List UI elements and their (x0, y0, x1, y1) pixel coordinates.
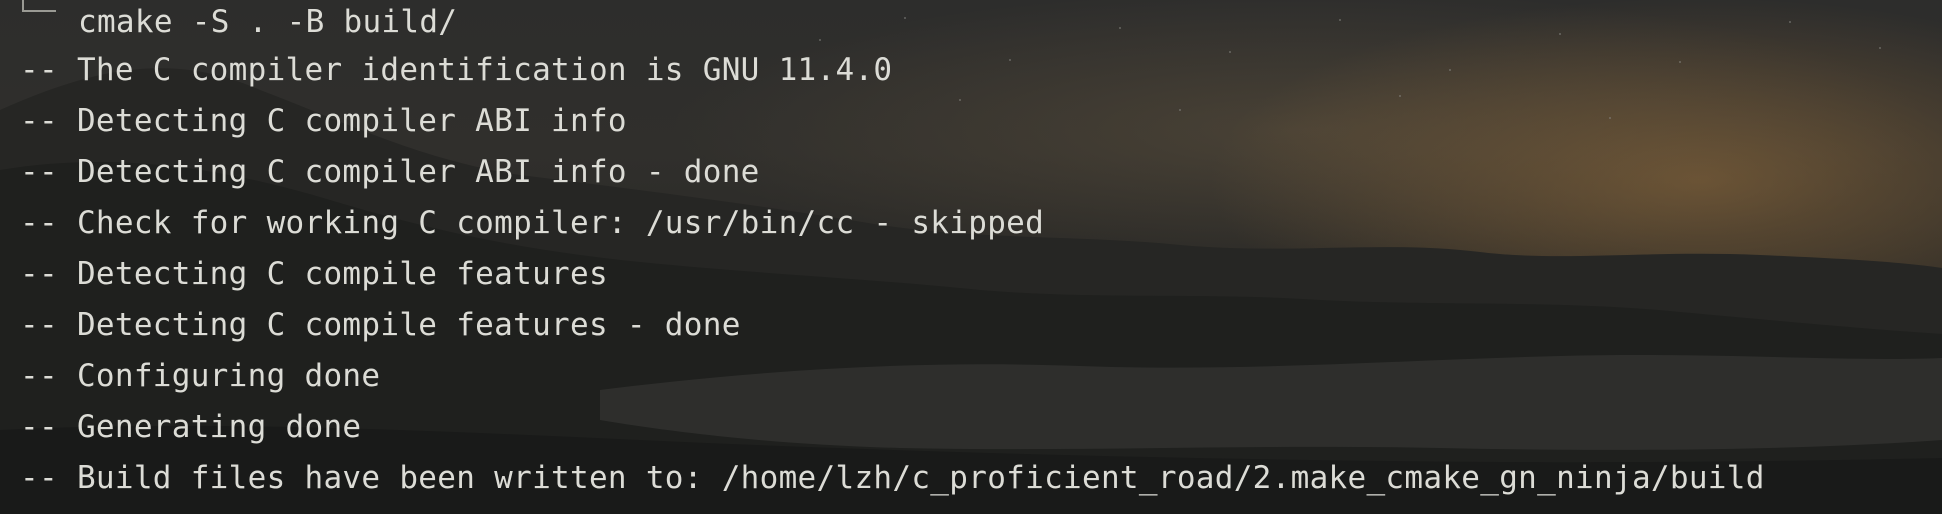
output-text: The C compiler identification is GNU 11.… (76, 52, 893, 88)
output-line: -- Detecting C compiler ABI info - done (20, 150, 760, 194)
output-text: Detecting C compile features (76, 256, 608, 292)
output-prefix: -- (20, 460, 58, 496)
output-prefix: -- (20, 154, 58, 190)
output-prefix: -- (20, 358, 58, 394)
output-line: -- Detecting C compile features - done (20, 303, 741, 347)
output-text: Configuring done (76, 358, 381, 394)
prompt-corner-icon (22, 0, 56, 12)
output-prefix: -- (20, 409, 58, 445)
terminal-window[interactable]: cmake -S . -B build/ -- The C compiler id… (0, 0, 1942, 514)
output-prefix: -- (20, 52, 58, 88)
output-line: -- Configuring done (20, 354, 380, 398)
output-text: Detecting C compiler ABI info (76, 103, 627, 139)
output-line: -- Check for working C compiler: /usr/bin… (20, 201, 1044, 245)
output-prefix: -- (20, 103, 58, 139)
output-line: -- Detecting C compiler ABI info (20, 99, 627, 143)
output-line: -- The C compiler identification is GNU 1… (20, 48, 892, 92)
terminal-output: cmake -S . -B build/ -- The C compiler id… (0, 0, 1942, 496)
command-line: cmake -S . -B build/ (22, 0, 457, 40)
output-line: -- Generating done (20, 405, 361, 449)
output-text: Generating done (76, 409, 362, 445)
output-text: Build files have been written to: /home/… (76, 460, 1765, 496)
output-line: -- Detecting C compile features (20, 252, 608, 296)
output-prefix: -- (20, 256, 58, 292)
output-text: Detecting C compiler ABI info - done (76, 154, 760, 190)
command-text: cmake -S . -B build/ (78, 4, 458, 40)
output-line: -- Build files have been written to: /hom… (20, 456, 1765, 500)
output-text: Detecting C compile features - done (76, 307, 741, 343)
output-text: Check for working C compiler: /usr/bin/c… (76, 205, 1045, 241)
output-prefix: -- (20, 205, 58, 241)
output-prefix: -- (20, 307, 58, 343)
